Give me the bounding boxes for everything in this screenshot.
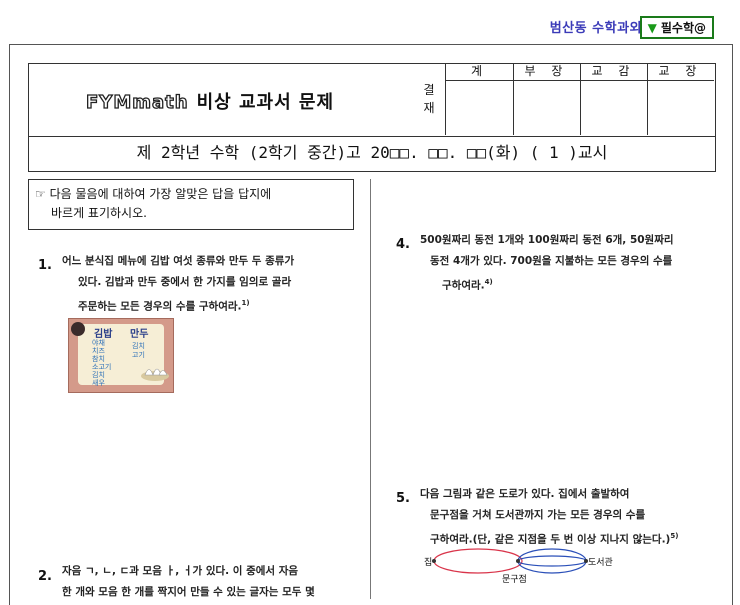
approval-col-1: 계 <box>446 63 513 81</box>
question-5: 5. <box>396 487 410 506</box>
triangle-down-icon: ▼ <box>647 21 657 35</box>
menu-right-title: 만두 <box>130 329 149 340</box>
label-store: 문구점 <box>502 575 527 585</box>
approval-label: 결 재 <box>413 63 446 135</box>
menu-right-list: 김치 고기 <box>132 342 145 359</box>
label-library: 도서관 <box>588 558 613 568</box>
pointing-hand-icon: ☞ <box>35 187 46 201</box>
road-home-store <box>433 548 523 574</box>
instruction-box: ☞ 다음 물음에 대하여 가장 알맞은 답을 답지에 바르게 표기하시오. <box>28 179 354 230</box>
question-number: 5. <box>396 491 410 506</box>
header-title: FYMmath 비상 교과서 문제 <box>85 88 335 114</box>
road-store-library-outer <box>517 548 587 574</box>
question-2-text: 자음 ㄱ, ㄴ, ㄷ과 모음 ㅏ, ㅓ가 있다. 이 중에서 자음 한 개와 모… <box>62 565 315 598</box>
question-2: 2. <box>38 565 52 584</box>
question-1: 1. <box>38 254 52 273</box>
store-point <box>516 559 520 563</box>
column-divider <box>370 179 371 599</box>
logo: FYMmath <box>85 91 189 113</box>
question-4: 4. <box>396 233 410 252</box>
question-1-text: 어느 분식집 메뉴에 김밥 여섯 종류와 만두 두 종류가 있다. 김밥과 만두… <box>62 255 295 313</box>
question-number: 2. <box>38 569 52 584</box>
approval-col-3: 교 감 <box>580 63 647 81</box>
label-home: 집 <box>424 558 433 568</box>
home-point <box>432 559 436 563</box>
question-4-text: 500원짜리 동전 1개와 100원짜리 동전 6개, 50원짜리 동전 4개가… <box>420 234 674 292</box>
menu-left-title: 김밥 <box>94 329 113 340</box>
dumpling-icon <box>141 368 169 381</box>
road-store-library-inner <box>517 555 587 567</box>
approval-col-4: 교 장 <box>647 63 714 81</box>
question-number: 1. <box>38 258 52 273</box>
question-number: 4. <box>396 237 410 252</box>
dish-icon <box>71 322 85 336</box>
menu-left-list: 야채 치즈 참치 소고기 김치 새우 <box>92 339 112 387</box>
question-5-text: 다음 그림과 같은 도로가 있다. 집에서 출발하여 문구점을 거쳐 도서관까지… <box>420 488 679 546</box>
brand-badge: ▼ 필수학@ <box>639 16 714 39</box>
exam-subtitle: 제 2학년 수학 (2학기 중간)고 20□□. □□. □□(화) ( 1 )… <box>28 135 716 172</box>
title-text: 비상 교과서 문제 <box>196 92 335 113</box>
approval-col-2: 부 장 <box>513 63 580 81</box>
brand-text: 범산동 수학과외 <box>549 21 642 36</box>
badge-label: 필수학@ <box>660 21 706 35</box>
